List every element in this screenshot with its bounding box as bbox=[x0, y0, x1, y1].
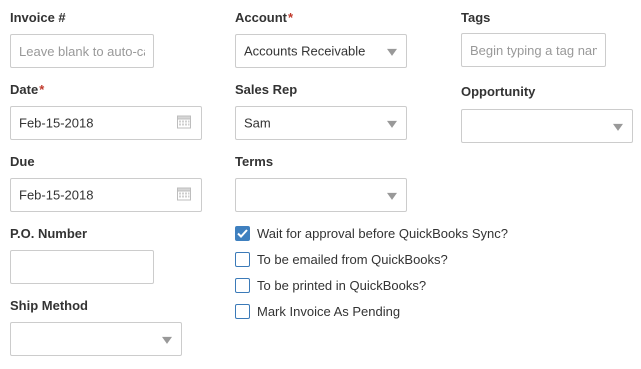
sales-rep-value: Sam bbox=[244, 115, 271, 131]
sales-rep-label: Sales Rep bbox=[235, 82, 298, 97]
due-label: Due bbox=[10, 154, 35, 169]
due-value: Feb-15-2018 bbox=[19, 187, 94, 203]
mark-pending-checkbox[interactable]: Mark Invoice As Pending bbox=[235, 304, 400, 319]
emailed-from-quickbooks-checkbox[interactable]: To be emailed from QuickBooks? bbox=[235, 252, 448, 267]
terms-label: Terms bbox=[235, 154, 274, 169]
chevron-down-icon bbox=[387, 48, 397, 56]
checkbox-box[interactable] bbox=[235, 278, 250, 293]
checkbox-label: To be emailed from QuickBooks? bbox=[257, 252, 448, 267]
invoice-number-label: Invoice # bbox=[10, 10, 66, 25]
date-field[interactable]: Feb-15-2018 bbox=[10, 106, 202, 140]
required-mark: * bbox=[39, 82, 45, 97]
checkbox-label: Mark Invoice As Pending bbox=[257, 304, 401, 319]
tags-label: Tags bbox=[461, 10, 491, 25]
chevron-down-icon bbox=[387, 192, 397, 200]
date-label: Date* bbox=[10, 82, 45, 97]
printed-in-quickbooks-checkbox[interactable]: To be printed in QuickBooks? bbox=[235, 278, 426, 293]
checkbox-box[interactable] bbox=[235, 226, 250, 241]
chevron-down-icon bbox=[613, 123, 623, 131]
chevron-down-icon bbox=[387, 120, 397, 128]
account-label: Account* bbox=[235, 10, 294, 25]
account-select[interactable]: Accounts Receivable bbox=[235, 34, 407, 68]
opportunity-label: Opportunity bbox=[461, 84, 536, 99]
opportunity-select[interactable] bbox=[461, 109, 633, 143]
check-icon bbox=[237, 229, 248, 238]
calendar-icon[interactable] bbox=[177, 187, 191, 204]
checkbox-box[interactable] bbox=[235, 252, 250, 267]
due-date-field[interactable]: Feb-15-2018 bbox=[10, 178, 202, 212]
calendar-icon[interactable] bbox=[177, 115, 191, 132]
po-number-label: P.O. Number bbox=[10, 226, 88, 241]
po-number-input[interactable] bbox=[10, 250, 154, 284]
required-mark: * bbox=[288, 10, 294, 25]
ship-method-label: Ship Method bbox=[10, 298, 88, 313]
checkbox-label: To be printed in QuickBooks? bbox=[257, 278, 427, 293]
chevron-down-icon bbox=[162, 336, 172, 344]
invoice-number-input[interactable] bbox=[10, 34, 154, 68]
date-value: Feb-15-2018 bbox=[19, 115, 94, 131]
checkbox-box[interactable] bbox=[235, 304, 250, 319]
terms-select[interactable] bbox=[235, 178, 407, 212]
account-value: Accounts Receivable bbox=[244, 43, 366, 59]
checkbox-label: Wait for approval before QuickBooks Sync… bbox=[257, 226, 508, 241]
wait-for-approval-checkbox[interactable]: Wait for approval before QuickBooks Sync… bbox=[235, 226, 508, 241]
tags-input[interactable] bbox=[461, 33, 606, 67]
sales-rep-select[interactable]: Sam bbox=[235, 106, 407, 140]
ship-method-select[interactable] bbox=[10, 322, 182, 356]
